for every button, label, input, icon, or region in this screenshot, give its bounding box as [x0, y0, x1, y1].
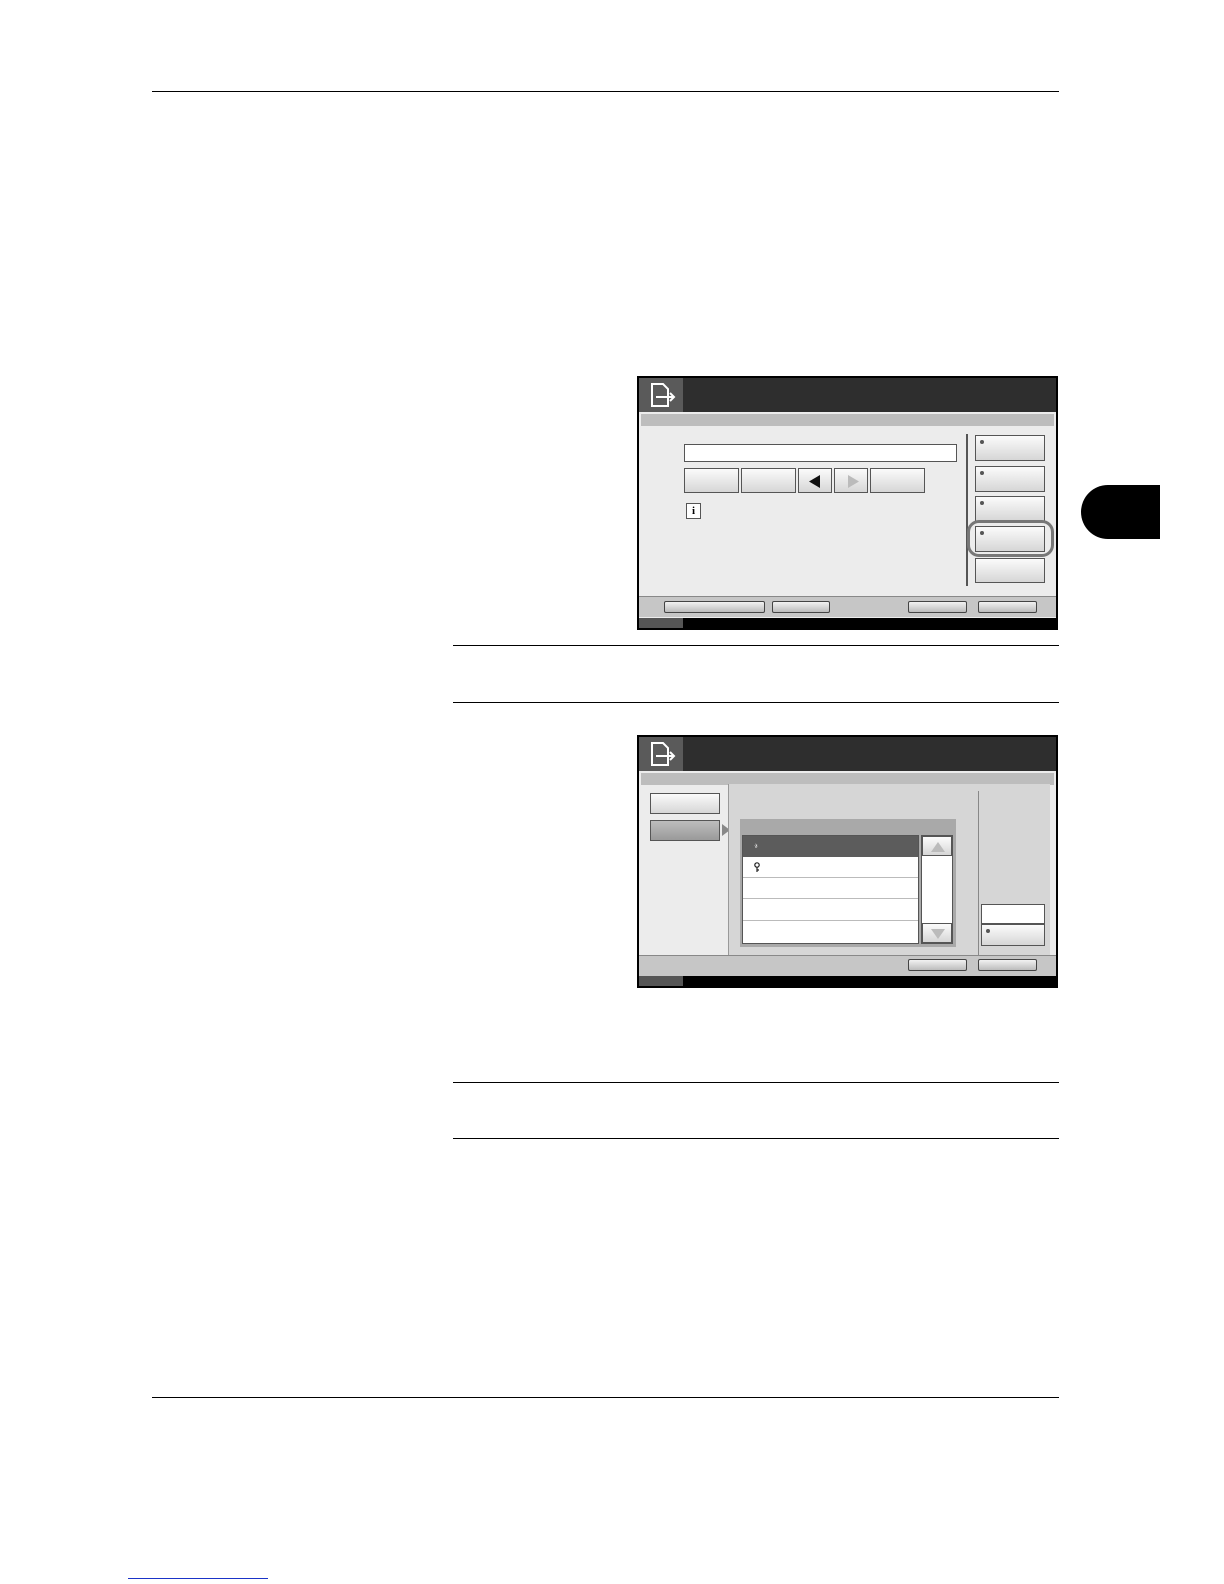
left-arrow-icon: [809, 475, 820, 488]
cancel-button[interactable]: [908, 601, 967, 613]
section-tab: [1081, 485, 1160, 539]
footer-button-1[interactable]: [664, 601, 765, 613]
cursor-right-button[interactable]: [834, 468, 868, 493]
screen-status-bar: [639, 618, 1056, 628]
input-key-1[interactable]: [684, 468, 739, 493]
header-rule: [152, 91, 1059, 92]
panel-divider: [966, 434, 968, 586]
note-rule-top-1: [453, 645, 1059, 646]
list-row-selected[interactable]: 𝓇: [743, 836, 918, 857]
panel-screen-1: i: [637, 376, 1058, 630]
side-key-1[interactable]: [975, 435, 1045, 461]
key-icon: 𝓇: [754, 840, 759, 851]
info-icon: i: [686, 503, 701, 519]
ok-button[interactable]: [978, 959, 1037, 971]
list-row[interactable]: [743, 857, 918, 878]
input-key-3[interactable]: [870, 468, 925, 493]
list-row[interactable]: [743, 878, 918, 899]
footer-link[interactable]: [128, 1578, 268, 1579]
screen-status-bar: [639, 976, 1056, 986]
scroll-up-button[interactable]: [922, 836, 952, 856]
screen-header: [639, 378, 1056, 412]
ok-button[interactable]: [978, 601, 1037, 613]
input-key-2[interactable]: [741, 468, 796, 493]
right-action-button[interactable]: [981, 924, 1045, 946]
side-key-3[interactable]: [975, 496, 1045, 522]
note-rule-top-2: [453, 1082, 1059, 1083]
scroll-down-button[interactable]: [922, 923, 952, 943]
text-input-field[interactable]: [684, 444, 957, 462]
cancel-button[interactable]: [908, 959, 967, 971]
note-rule-bottom-2: [453, 1138, 1059, 1139]
key-icon: [754, 862, 760, 872]
note-rule-bottom-1: [453, 702, 1059, 703]
right-arrow-icon: [848, 475, 859, 488]
panel-screen-2: 𝓇: [637, 735, 1058, 988]
highlight-ring: [967, 520, 1054, 557]
content-divider: [978, 791, 979, 955]
screen-subheader: [641, 414, 1054, 426]
footer-button-2[interactable]: [772, 601, 830, 613]
scroll-down-icon: [931, 929, 945, 939]
side-key-2[interactable]: [975, 466, 1045, 492]
screen-header: [639, 737, 1056, 771]
footer-rule: [152, 1397, 1059, 1398]
scroll-up-icon: [931, 842, 945, 852]
left-menu-button-2-selected[interactable]: [650, 820, 720, 841]
left-menu-button-1[interactable]: [650, 793, 720, 814]
list-row[interactable]: [743, 899, 918, 921]
cursor-left-button[interactable]: [798, 468, 832, 493]
document-arrow-icon: [651, 742, 676, 766]
right-label-box: [981, 904, 1045, 924]
document-arrow-icon: [651, 383, 676, 407]
side-key-5[interactable]: [975, 558, 1045, 583]
